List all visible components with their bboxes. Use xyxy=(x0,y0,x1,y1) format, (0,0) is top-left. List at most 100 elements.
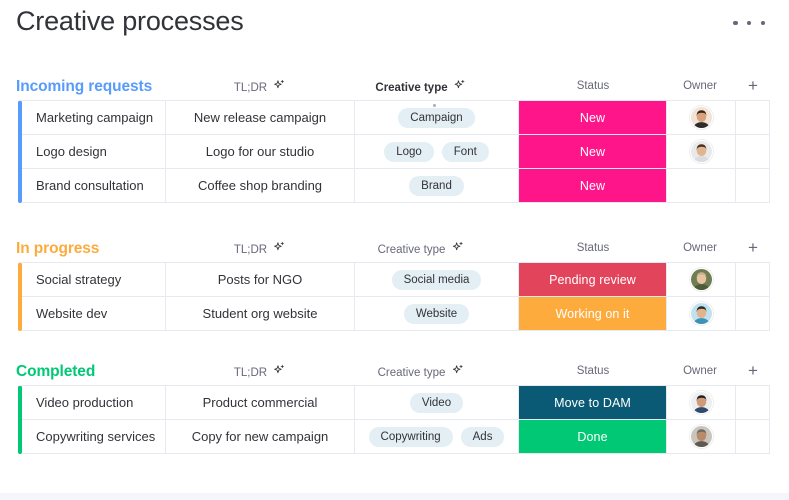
column-header-creative-type[interactable]: Creative type xyxy=(375,79,467,96)
group-title[interactable]: Incoming requests xyxy=(16,78,152,96)
cell-tldr[interactable]: Coffee shop branding xyxy=(166,169,355,203)
column-header-status[interactable]: Status xyxy=(577,80,610,92)
cell-owner[interactable] xyxy=(667,262,736,297)
column-header-label: Owner xyxy=(683,365,717,377)
tag-chip[interactable]: Logo xyxy=(384,141,434,162)
table-row[interactable]: Video production Product commercial Video M… xyxy=(18,385,770,420)
table-row[interactable]: Brand consultation Coffee shop branding Br… xyxy=(18,169,770,203)
cell-owner[interactable] xyxy=(667,135,736,169)
cell-tldr[interactable]: New release campaign xyxy=(166,100,355,135)
table-row[interactable]: Social strategy Posts for NGO Social media… xyxy=(18,262,770,297)
add-column-button[interactable]: + xyxy=(748,77,758,94)
avatar[interactable] xyxy=(689,268,713,291)
cell-empty-add-column[interactable] xyxy=(736,385,770,420)
cell-status[interactable]: New xyxy=(519,169,667,203)
cell-status[interactable]: Pending review xyxy=(519,262,667,297)
cell-status[interactable]: Done xyxy=(519,420,667,454)
avatar[interactable] xyxy=(689,302,713,325)
column-header-tldr[interactable]: TL;DR xyxy=(234,79,286,96)
cell-owner[interactable] xyxy=(667,420,736,454)
tag-chip[interactable]: Video xyxy=(409,392,464,413)
cell-tldr[interactable]: Copy for new campaign xyxy=(166,420,355,454)
group-title[interactable]: Completed xyxy=(16,363,95,381)
tag-chip[interactable]: Font xyxy=(441,141,489,162)
table-row[interactable]: Marketing campaign New release campaign Ca… xyxy=(18,100,770,135)
cell-owner[interactable] xyxy=(667,100,736,135)
table-row[interactable]: Copywriting services Copy for new campaig… xyxy=(18,420,770,454)
cell-item-name[interactable]: Logo design xyxy=(22,135,166,169)
ai-sparkle-icon[interactable] xyxy=(451,364,464,380)
tag-chip[interactable]: Campaign xyxy=(398,107,475,128)
avatar[interactable] xyxy=(689,425,713,448)
cell-item-name[interactable]: Marketing campaign xyxy=(22,100,166,135)
cell-empty-add-column[interactable] xyxy=(736,262,770,297)
cell-status[interactable]: Working on it xyxy=(519,297,667,331)
ai-sparkle-icon[interactable] xyxy=(273,364,286,380)
cell-empty-add-column[interactable] xyxy=(736,169,770,203)
cell-tldr[interactable]: Logo for our studio xyxy=(166,135,355,169)
avatar[interactable] xyxy=(689,140,713,163)
ai-sparkle-icon[interactable] xyxy=(451,241,464,257)
cell-creative-type[interactable]: Brand xyxy=(355,169,519,203)
cell-item-name[interactable]: Copywriting services xyxy=(22,420,166,454)
status-badge[interactable]: Move to DAM xyxy=(519,386,666,419)
cell-item-name[interactable]: Social strategy xyxy=(22,262,166,297)
add-column-button[interactable]: + xyxy=(748,239,758,256)
group-title[interactable]: In progress xyxy=(16,240,99,258)
tag-chip[interactable]: Copywriting xyxy=(368,426,453,447)
avatar[interactable] xyxy=(689,391,713,414)
column-header-status[interactable]: Status xyxy=(577,242,610,254)
column-header-owner[interactable]: Owner xyxy=(683,365,717,377)
cell-owner[interactable] xyxy=(667,169,736,203)
board-options-menu-button[interactable] xyxy=(733,14,765,32)
avatar[interactable] xyxy=(689,106,713,129)
column-header-tldr[interactable]: TL;DR xyxy=(234,364,286,381)
column-header-owner[interactable]: Owner xyxy=(683,80,717,92)
column-header-creative-type[interactable]: Creative type xyxy=(378,364,465,381)
column-header-creative-type[interactable]: Creative type xyxy=(377,241,465,258)
cell-status[interactable]: Move to DAM xyxy=(519,385,667,420)
cell-creative-type[interactable]: Social media xyxy=(355,262,519,297)
cell-item-name[interactable]: Video production xyxy=(22,385,166,420)
cell-creative-type[interactable]: Video xyxy=(355,385,519,420)
cell-empty-add-column[interactable] xyxy=(736,135,770,169)
cell-item-name[interactable]: Brand consultation xyxy=(22,169,166,203)
chip-list: Logo Font xyxy=(355,141,518,162)
cell-status[interactable]: New xyxy=(519,135,667,169)
status-badge[interactable]: Working on it xyxy=(519,297,666,330)
table-row[interactable]: Website dev Student org website Website Wor… xyxy=(18,297,770,331)
cell-empty-add-column[interactable] xyxy=(736,100,770,135)
cell-creative-type[interactable]: Copywriting Ads xyxy=(355,420,519,454)
column-header-owner[interactable]: Owner xyxy=(683,242,717,254)
cell-item-name[interactable]: Website dev xyxy=(22,297,166,331)
cell-empty-add-column[interactable] xyxy=(736,420,770,454)
cursor-marker-icon xyxy=(433,104,436,107)
column-header-status[interactable]: Status xyxy=(577,365,610,377)
cell-creative-type[interactable]: Logo Font xyxy=(355,135,519,169)
cell-tldr[interactable]: Student org website xyxy=(166,297,355,331)
column-header-label: Creative type xyxy=(377,244,446,257)
tag-chip[interactable]: Ads xyxy=(460,426,505,447)
tag-chip[interactable]: Brand xyxy=(409,175,464,196)
cell-empty-add-column[interactable] xyxy=(736,297,770,331)
cell-tldr[interactable]: Product commercial xyxy=(166,385,355,420)
cell-creative-type[interactable]: Website xyxy=(355,297,519,331)
tag-chip[interactable]: Social media xyxy=(391,269,482,290)
cell-owner[interactable] xyxy=(667,297,736,331)
cell-status[interactable]: New xyxy=(519,100,667,135)
tag-chip[interactable]: Website xyxy=(403,303,470,324)
cell-creative-type[interactable]: Campaign xyxy=(355,100,519,135)
ai-sparkle-icon[interactable] xyxy=(273,79,286,95)
status-badge[interactable]: New xyxy=(519,101,666,134)
cell-tldr[interactable]: Posts for NGO xyxy=(166,262,355,297)
column-header-tldr[interactable]: TL;DR xyxy=(234,241,286,258)
status-badge[interactable]: Pending review xyxy=(519,263,666,296)
ai-sparkle-icon[interactable] xyxy=(273,241,286,257)
table-row[interactable]: Logo design Logo for our studio Logo Font Ne… xyxy=(18,135,770,169)
add-column-button[interactable]: + xyxy=(748,362,758,379)
ai-sparkle-icon[interactable] xyxy=(454,79,467,95)
status-badge[interactable]: New xyxy=(519,169,666,202)
status-badge[interactable]: Done xyxy=(519,420,666,453)
cell-owner[interactable] xyxy=(667,385,736,420)
status-badge[interactable]: New xyxy=(519,135,666,168)
